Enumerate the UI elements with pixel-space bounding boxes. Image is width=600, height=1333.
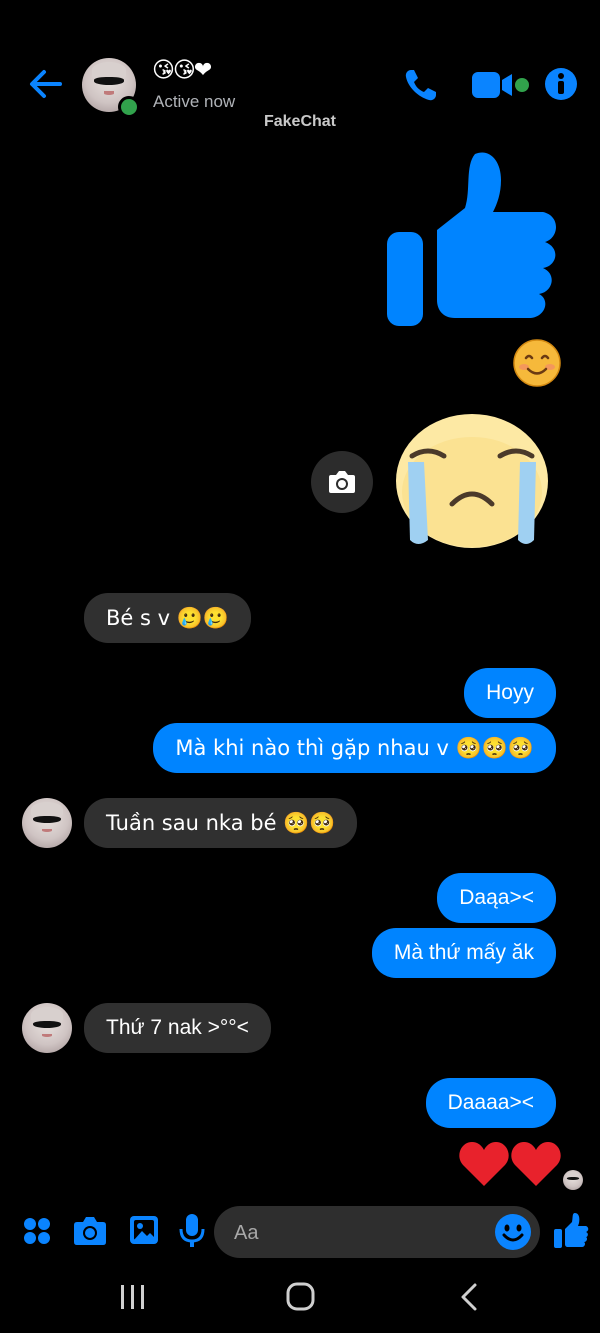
contact-avatar-small bbox=[22, 1003, 72, 1053]
contact-name[interactable]: 😘😘❤ bbox=[152, 58, 212, 83]
back-arrow-icon[interactable] bbox=[28, 66, 64, 102]
incoming-message[interactable]: Thứ 7 nak >°°< bbox=[84, 1003, 271, 1053]
info-icon[interactable] bbox=[544, 67, 578, 106]
gallery-icon[interactable] bbox=[128, 1214, 160, 1251]
phone-icon[interactable] bbox=[402, 66, 440, 109]
camera-forward-button[interactable] bbox=[311, 451, 373, 513]
incoming-message[interactable]: Bé s v 🥲🥲 bbox=[84, 593, 252, 643]
apps-icon[interactable] bbox=[22, 1216, 52, 1251]
recents-icon[interactable] bbox=[118, 1284, 148, 1315]
outgoing-message[interactable]: Mà khi nào thì gặp nhau v 🥺🥺🥺 bbox=[153, 723, 556, 773]
incoming-message[interactable]: Tuần sau nka bé 🥺🥺 bbox=[84, 798, 358, 848]
message-input[interactable] bbox=[232, 1206, 496, 1260]
camera-icon[interactable] bbox=[72, 1214, 108, 1253]
like-icon[interactable] bbox=[553, 1212, 589, 1255]
system-nav-bar bbox=[0, 1268, 600, 1333]
thumbs-up-sticker[interactable] bbox=[385, 150, 560, 333]
emoji-icon[interactable] bbox=[494, 1213, 532, 1256]
home-icon[interactable] bbox=[286, 1282, 316, 1317]
message-composer[interactable] bbox=[214, 1206, 540, 1260]
brand-label: FakeChat bbox=[263, 113, 337, 130]
microphone-icon[interactable] bbox=[178, 1212, 206, 1253]
contact-avatar-small bbox=[22, 798, 72, 848]
video-icon[interactable] bbox=[472, 70, 532, 105]
outgoing-message[interactable]: Daaaa>< bbox=[425, 1078, 556, 1128]
crying-sticker[interactable] bbox=[394, 412, 550, 555]
outgoing-message[interactable]: Hoyy bbox=[464, 668, 556, 718]
nav-back-icon[interactable] bbox=[458, 1282, 480, 1317]
outgoing-message[interactable]: Mà thứ mấy ăk bbox=[371, 928, 556, 978]
seen-avatar bbox=[563, 1170, 583, 1190]
hearts-message[interactable] bbox=[458, 1138, 564, 1195]
active-status: Active now bbox=[153, 92, 236, 111]
outgoing-message[interactable]: Daąa>< bbox=[437, 873, 556, 923]
smiling-emoji bbox=[512, 338, 562, 393]
